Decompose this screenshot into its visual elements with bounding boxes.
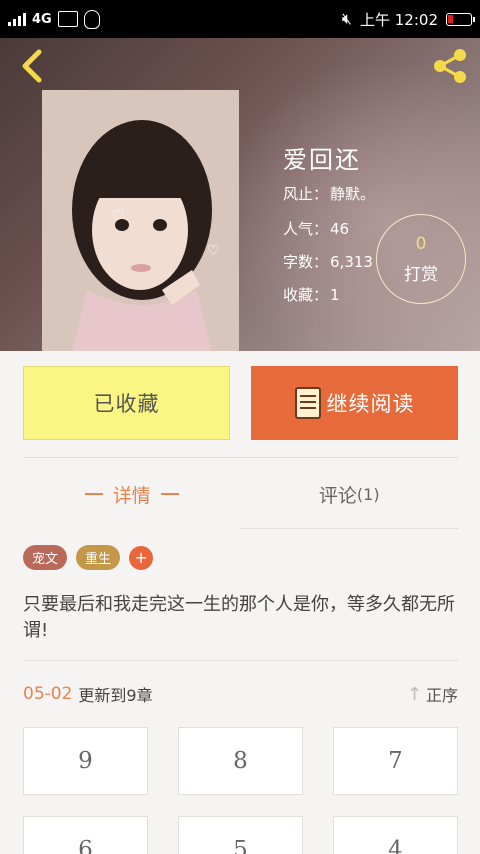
collected-label: 已收藏 <box>93 392 160 416</box>
status-bar: 4G 🔇︎ 上午 12:02 <box>0 0 480 38</box>
tab-bar: 详情 评论 (1) <box>23 458 458 530</box>
meta-word-count: 字数： 6,313 <box>283 253 373 271</box>
sort-button[interactable]: ↑ 正序 <box>407 682 458 706</box>
chapter-item[interactable]: 6 <box>23 816 148 854</box>
divider <box>23 660 458 661</box>
add-tag-button[interactable]: + <box>129 545 154 570</box>
chapter-item[interactable]: 5 <box>178 816 303 854</box>
book-cover-image[interactable]: ♡ ♡ <box>42 90 239 351</box>
meta-popularity: 人气： 46 <box>283 220 350 238</box>
update-date: 05-02 <box>23 684 73 704</box>
clock: 上午 12:02 <box>360 10 438 29</box>
back-button[interactable] <box>14 48 50 84</box>
book-icon <box>294 387 321 419</box>
continue-reading-button[interactable]: 继续阅读 <box>251 366 458 440</box>
chapter-item[interactable]: 4 <box>333 816 458 854</box>
book-summary: 只要最后和我走完这一生的那个人是你，等多久都无所谓! <box>23 594 455 641</box>
svg-text:♡: ♡ <box>112 208 125 224</box>
sort-label: 正序 <box>425 686 458 705</box>
meta-favorites: 收藏： 1 <box>283 286 340 304</box>
qq-icon <box>83 9 100 29</box>
tab-comments[interactable]: 评论 (1) <box>241 458 459 530</box>
svg-text:♡: ♡ <box>207 243 220 259</box>
chapter-grid: 9 8 7 6 5 4 <box>23 727 458 854</box>
chevron-left-icon <box>22 49 42 83</box>
arrow-up-icon: ↑ <box>406 683 422 705</box>
continue-reading-label: 继续阅读 <box>326 392 415 416</box>
chapter-header: 05-02 更新到9章 ↑ 正序 <box>23 680 458 708</box>
tag-item[interactable]: 重生 <box>76 545 121 570</box>
tip-button[interactable]: 0 打赏 <box>376 214 466 304</box>
network-label: 4G <box>32 11 52 27</box>
signal-icon <box>8 12 26 26</box>
battery-icon <box>446 12 475 26</box>
book-title: 爱回还 <box>283 146 361 174</box>
tag-list: 宠文 重生 + <box>23 545 154 570</box>
tab-detail[interactable]: 详情 <box>23 458 241 530</box>
tab-underline <box>241 528 458 529</box>
update-text: 更新到9章 <box>78 686 153 705</box>
tag-item[interactable]: 宠文 <box>23 545 68 570</box>
tip-label: 打赏 <box>404 264 438 285</box>
chapter-item[interactable]: 9 <box>23 727 148 795</box>
collected-button[interactable]: 已收藏 <box>23 366 230 440</box>
book-header: ♡ ♡ 爱回还 风止： 静默。 人气： 46 字数： 6,313 收藏： 1 0 打赏 <box>0 38 480 351</box>
share-icon <box>434 49 466 83</box>
chapter-item[interactable]: 7 <box>333 727 458 795</box>
mute-icon: 🔇︎ <box>341 9 352 28</box>
meta-author: 风止： 静默。 <box>283 185 376 203</box>
share-button[interactable] <box>430 46 470 86</box>
cover-photo: ♡ ♡ <box>42 90 239 351</box>
image-icon <box>57 11 78 27</box>
tip-count: 0 <box>415 233 427 254</box>
chapter-item[interactable]: 8 <box>178 727 303 795</box>
